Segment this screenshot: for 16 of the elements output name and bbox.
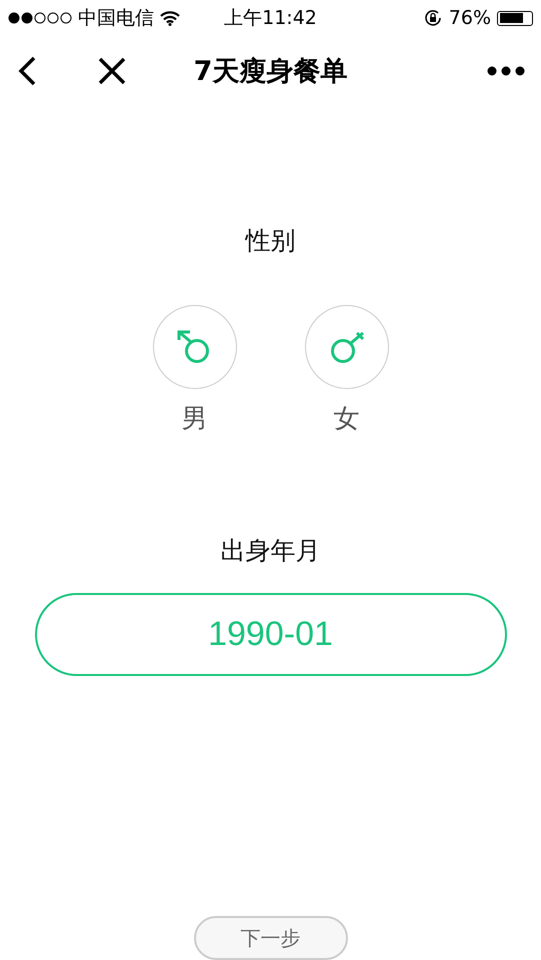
next-button[interactable]: 下一步 bbox=[194, 916, 348, 960]
more-button[interactable] bbox=[487, 66, 525, 76]
page-title: 7天瘦身餐单 bbox=[194, 55, 348, 89]
gender-label: 性别 bbox=[246, 225, 296, 257]
back-button[interactable] bbox=[16, 55, 38, 87]
close-button[interactable] bbox=[98, 57, 126, 85]
battery-percent: 76% bbox=[448, 7, 491, 29]
battery-icon bbox=[497, 10, 533, 26]
wifi-icon bbox=[160, 10, 180, 26]
signal-icon bbox=[8, 12, 72, 24]
rotation-lock-icon bbox=[422, 8, 443, 28]
gender-option-label: 男 bbox=[182, 403, 208, 436]
carrier-name: 中国电信 bbox=[78, 6, 154, 31]
gender-option-label: 女 bbox=[334, 403, 360, 436]
birth-date-label: 出身年月 bbox=[220, 535, 320, 567]
status-time: 上午11:42 bbox=[224, 7, 317, 29]
